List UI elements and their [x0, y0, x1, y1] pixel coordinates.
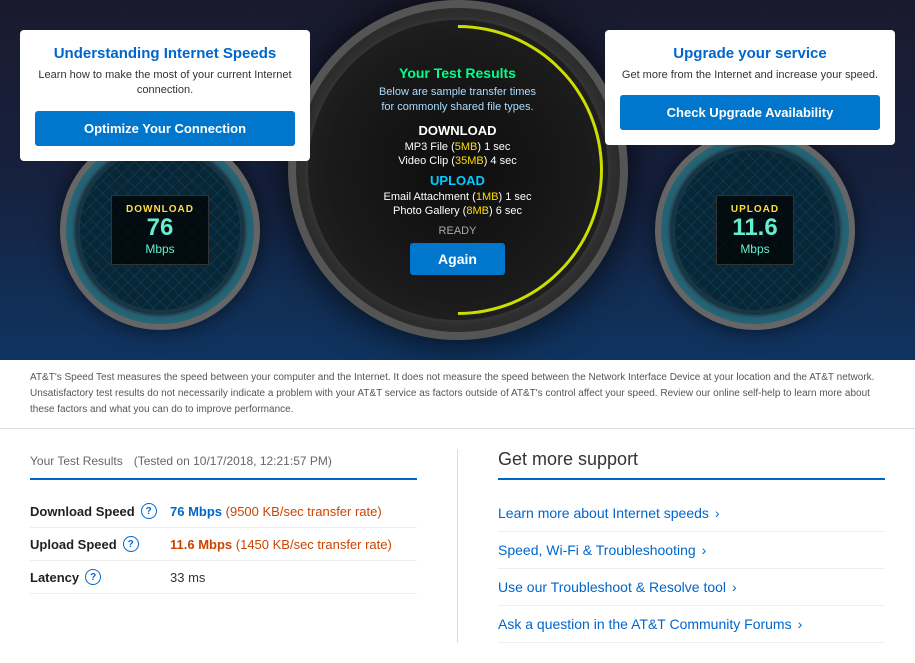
gauge-ready-text: READY — [379, 225, 536, 237]
email-size: 1MB — [476, 191, 499, 203]
download-gauge-display: DOWNLOAD 76 Mbps — [111, 195, 209, 264]
support-panel: Get more support Learn more about Intern… — [458, 449, 885, 643]
gauge-upload-label: UPLOAD — [379, 173, 536, 188]
right-card-title: Upgrade your service — [620, 45, 880, 62]
download-help-icon[interactable]: ? — [141, 503, 157, 519]
photo-size: 8MB — [466, 205, 489, 217]
support-divider — [498, 478, 885, 480]
upload-speed-row: Upload Speed ? 11.6 Mbps (1450 KB/sec tr… — [30, 528, 417, 561]
latency-label: Latency ? — [30, 569, 170, 585]
left-card-title: Understanding Internet Speeds — [35, 45, 295, 62]
check-upgrade-button[interactable]: Check Upgrade Availability — [620, 95, 880, 130]
upload-gauge-unit: Mbps — [731, 242, 779, 256]
center-gauge: Your Test Results Below are sample trans… — [288, 0, 628, 340]
left-card-description: Learn how to make the most of your curre… — [35, 68, 295, 99]
results-panel: Your Test Results (Tested on 10/17/2018,… — [30, 449, 458, 643]
upload-speed-value: 11.6 Mbps (1450 KB/sec transfer rate) — [170, 537, 392, 552]
download-speed-value: 76 Mbps (9500 KB/sec transfer rate) — [170, 504, 382, 519]
results-title: Your Test Results (Tested on 10/17/2018,… — [30, 449, 417, 470]
support-link-troubleshoot[interactable]: Use our Troubleshoot & Resolve tool › — [498, 569, 885, 606]
upload-speed-label: Upload Speed ? — [30, 536, 170, 552]
download-gauge-value: 76 — [126, 215, 194, 241]
right-card-description: Get more from the Internet and increase … — [620, 68, 880, 83]
right-info-card: Upgrade your service Get more from the I… — [605, 30, 895, 145]
latency-value: 33 ms — [170, 570, 205, 585]
chevron-icon-3: › — [798, 616, 803, 632]
gauge-subtitle: Below are sample transfer timesfor commo… — [379, 85, 536, 116]
latency-help-icon[interactable]: ? — [85, 569, 101, 585]
gauge-inner-content: Your Test Results Below are sample trans… — [369, 55, 546, 286]
gauge-download-video: Video Clip (35MB) 4 sec — [379, 155, 536, 167]
mp3-size: 5MB — [455, 141, 478, 153]
video-size: 35MB — [455, 155, 484, 167]
support-link-internet-speeds[interactable]: Learn more about Internet speeds › — [498, 495, 885, 532]
top-section: Understanding Internet Speeds Learn how … — [0, 0, 915, 360]
latency-row: Latency ? 33 ms — [30, 561, 417, 594]
download-speed-label: Download Speed ? — [30, 503, 170, 519]
gauge-test-results-title: Your Test Results — [379, 65, 536, 81]
upload-gauge-display: UPLOAD 11.6 Mbps — [716, 195, 794, 264]
again-button[interactable]: Again — [410, 243, 505, 275]
results-divider — [30, 478, 417, 480]
left-info-card: Understanding Internet Speeds Learn how … — [20, 30, 310, 161]
gauge-download-mp3: MP3 File (5MB) 1 sec — [379, 141, 536, 153]
info-bar-text: AT&T's Speed Test measures the speed bet… — [30, 372, 874, 415]
optimize-connection-button[interactable]: Optimize Your Connection — [35, 111, 295, 146]
bottom-section: Your Test Results (Tested on 10/17/2018,… — [0, 429, 915, 663]
download-speed-row: Download Speed ? 76 Mbps (9500 KB/sec tr… — [30, 495, 417, 528]
upload-help-icon[interactable]: ? — [123, 536, 139, 552]
chevron-icon-0: › — [715, 505, 720, 521]
support-link-wifi[interactable]: Speed, Wi-Fi & Troubleshooting › — [498, 532, 885, 569]
upload-gauge-value: 11.6 — [731, 215, 779, 241]
download-gauge-unit: Mbps — [126, 242, 194, 256]
gauge-download-label: DOWNLOAD — [379, 123, 536, 138]
upload-gauge-container: UPLOAD 11.6 Mbps — [655, 130, 855, 330]
support-title: Get more support — [498, 449, 885, 470]
gauge-upload-photo: Photo Gallery (8MB) 6 sec — [379, 205, 536, 217]
chevron-icon-2: › — [732, 579, 737, 595]
chevron-icon-1: › — [702, 542, 707, 558]
upload-gauge-dial: UPLOAD 11.6 Mbps — [655, 130, 855, 330]
info-bar: AT&T's Speed Test measures the speed bet… — [0, 360, 915, 429]
results-tested-on: (Tested on 10/17/2018, 12:21:57 PM) — [134, 454, 332, 468]
big-gauge-dial: Your Test Results Below are sample trans… — [288, 0, 628, 340]
gauge-upload-email: Email Attachment (1MB) 1 sec — [379, 191, 536, 203]
support-link-community[interactable]: Ask a question in the AT&T Community For… — [498, 606, 885, 643]
